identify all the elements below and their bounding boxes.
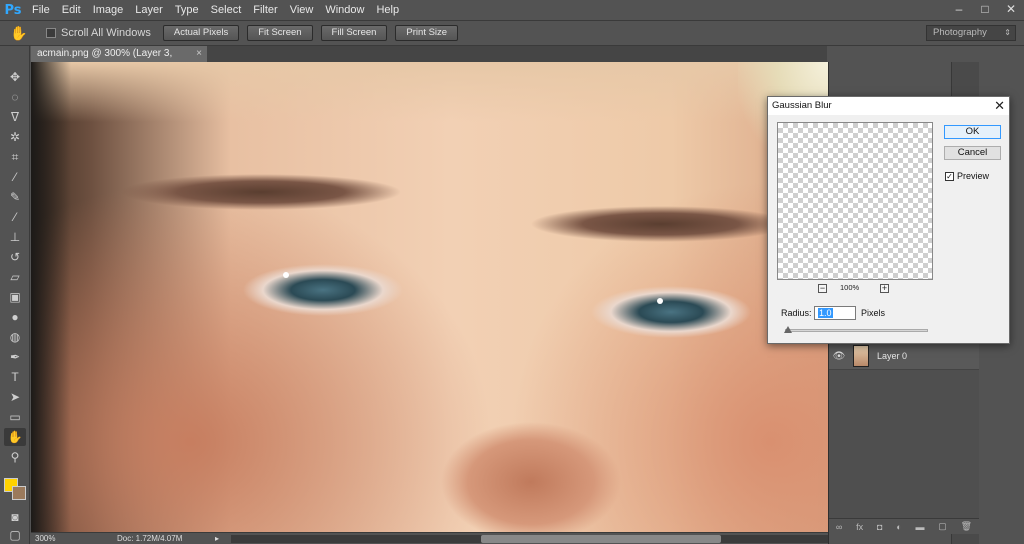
updown-arrow-icon: ⇕ xyxy=(1004,28,1011,37)
ok-button[interactable]: OK xyxy=(944,125,1001,139)
menu-layer[interactable]: Layer xyxy=(129,0,169,20)
eraser-tool-icon[interactable]: ▱ xyxy=(4,268,26,286)
layer-name: Layer 0 xyxy=(877,351,908,361)
workspace-value: Photography xyxy=(933,27,987,38)
radius-unit-label: Pixels xyxy=(861,308,886,318)
preview-window[interactable] xyxy=(777,122,933,280)
screen-mode-icon[interactable]: ▢ xyxy=(4,526,26,544)
fit-screen-button[interactable]: Fit Screen xyxy=(247,25,313,41)
eye-icon[interactable]: 👁 xyxy=(829,351,849,362)
tools-panel: ✥ ◌ ᐁ ✲ ⌗ ⁄ ✎ ⁄ ⊥ ↺ ▱ ▣ ● ◍ ✒ T ➤ ▭ ✋ ⚲ … xyxy=(0,46,30,544)
preview-checkbox[interactable]: ✓ Preview xyxy=(945,171,989,181)
layer-thumbnail xyxy=(853,345,869,367)
zoom-tool-icon[interactable]: ⚲ xyxy=(4,448,26,466)
brush-tool-icon[interactable]: ⁄ xyxy=(4,208,26,226)
options-bar: ✋ Scroll All Windows Actual Pixels Fit S… xyxy=(0,20,1024,46)
fill-screen-button[interactable]: Fill Screen xyxy=(320,25,388,41)
group-icon[interactable]: ▬ xyxy=(915,522,924,532)
minimize-button[interactable]: – xyxy=(946,0,972,18)
zoom-in-button[interactable]: + xyxy=(880,284,889,293)
path-selection-tool-icon[interactable]: ➤ xyxy=(4,388,26,406)
maximize-button[interactable]: □ xyxy=(972,0,998,18)
layer-row[interactable]: 👁 Layer 0 xyxy=(829,342,979,370)
fx-icon[interactable]: fx xyxy=(856,522,863,532)
shadow-edge xyxy=(31,62,71,532)
cancel-button[interactable]: Cancel xyxy=(944,146,1001,160)
mask-icon[interactable]: ◘ xyxy=(877,522,882,532)
eye-catchlight-left xyxy=(283,272,289,278)
status-bar: 300% Doc: 1.72M/4.07M ▸ xyxy=(31,532,828,544)
link-icon[interactable]: ∞ xyxy=(836,522,842,532)
radius-slider-thumb[interactable] xyxy=(784,326,792,333)
quick-mask-icon[interactable]: ◙ xyxy=(4,508,26,526)
scroll-all-windows-checkbox[interactable]: Scroll All Windows xyxy=(46,27,151,39)
radius-input[interactable]: 1.0 xyxy=(814,306,856,320)
menu-edit[interactable]: Edit xyxy=(56,0,87,20)
window-controls: – □ ✕ xyxy=(946,0,1024,18)
menu-select[interactable]: Select xyxy=(205,0,248,20)
new-layer-icon[interactable]: ▢ xyxy=(938,521,947,532)
menu-image[interactable]: Image xyxy=(87,0,130,20)
checkbox-box[interactable] xyxy=(46,28,56,38)
menu-file[interactable]: File xyxy=(26,0,56,20)
adjustment-icon[interactable]: ◐ xyxy=(896,522,901,532)
menu-filter[interactable]: Filter xyxy=(247,0,283,20)
preview-label: Preview xyxy=(957,171,990,181)
gaussian-blur-dialog: Gaussian Blur ✕ − 100% + OK Cancel ✓ Pre… xyxy=(767,96,1010,344)
scrollbar-thumb[interactable] xyxy=(481,535,721,543)
dialog-close-icon[interactable]: ✕ xyxy=(994,97,1005,115)
move-tool-icon[interactable]: ✥ xyxy=(4,68,26,86)
workspace-select[interactable]: Photography ⇕ xyxy=(926,25,1016,41)
checkmark-icon[interactable]: ✓ xyxy=(945,171,954,181)
radius-label: Radius: xyxy=(781,308,812,318)
status-menu-arrow-icon[interactable]: ▸ xyxy=(215,533,219,544)
hair-region xyxy=(31,62,828,122)
menu-bar: Ps File Edit Image Layer Type Select Fil… xyxy=(0,0,1024,20)
dialog-title: Gaussian Blur xyxy=(768,97,1009,115)
actual-pixels-button[interactable]: Actual Pixels xyxy=(162,25,240,41)
rectangle-tool-icon[interactable]: ▭ xyxy=(4,408,26,426)
lasso-tool-icon[interactable]: ᐁ xyxy=(4,108,26,126)
blur-tool-icon[interactable]: ● xyxy=(4,308,26,326)
zoom-level-field[interactable]: 300% xyxy=(35,533,69,544)
crop-tool-icon[interactable]: ⌗ xyxy=(4,148,26,166)
gradient-tool-icon[interactable]: ▣ xyxy=(4,288,26,306)
pen-tool-icon[interactable]: ✒ xyxy=(4,348,26,366)
layers-footer: ∞ fx ◘ ◐ ▬ ▢ 🗑 xyxy=(829,518,979,534)
menu-window[interactable]: Window xyxy=(319,0,370,20)
scroll-all-windows-label: Scroll All Windows xyxy=(61,27,151,39)
menu-view[interactable]: View xyxy=(284,0,320,20)
photoshop-window: Ps File Edit Image Layer Type Select Fil… xyxy=(0,0,1024,544)
document-canvas[interactable] xyxy=(31,62,828,532)
clone-stamp-tool-icon[interactable]: ⊥ xyxy=(4,228,26,246)
document-tab[interactable]: acmain.png @ 300% (Layer 3, RGB/8) * × xyxy=(31,46,207,75)
document-size-info: Doc: 1.72M/4.07M xyxy=(117,534,183,543)
background-color-swatch[interactable] xyxy=(12,486,26,500)
layers-panel: 👁 Layer 0 xyxy=(829,332,979,518)
hand-tool-icon[interactable]: ✋ xyxy=(4,428,26,446)
healing-brush-tool-icon[interactable]: ✎ xyxy=(4,188,26,206)
tab-strip xyxy=(207,46,827,62)
history-brush-tool-icon[interactable]: ↺ xyxy=(4,248,26,266)
horizontal-scrollbar[interactable] xyxy=(231,535,828,543)
print-size-button[interactable]: Print Size xyxy=(395,25,459,41)
delete-icon[interactable]: 🗑 xyxy=(961,521,972,532)
magic-wand-tool-icon[interactable]: ✲ xyxy=(4,128,26,146)
menu-help[interactable]: Help xyxy=(370,0,405,20)
eyedropper-tool-icon[interactable]: ⁄ xyxy=(4,168,26,186)
preview-zoom-percent: 100% xyxy=(840,283,860,292)
eye-catchlight-right xyxy=(657,298,663,304)
radius-slider[interactable] xyxy=(785,329,928,332)
close-tab-icon[interactable]: × xyxy=(196,46,202,62)
ps-logo: Ps xyxy=(4,2,22,18)
close-window-button[interactable]: ✕ xyxy=(998,0,1024,18)
hand-tool-preset-icon[interactable]: ✋ xyxy=(0,21,38,45)
menu-type[interactable]: Type xyxy=(169,0,205,20)
dodge-tool-icon[interactable]: ◍ xyxy=(4,328,26,346)
marquee-tool-icon[interactable]: ◌ xyxy=(4,88,26,106)
radius-value: 1.0 xyxy=(818,308,833,318)
zoom-out-button[interactable]: − xyxy=(818,284,827,293)
type-tool-icon[interactable]: T xyxy=(4,368,26,386)
